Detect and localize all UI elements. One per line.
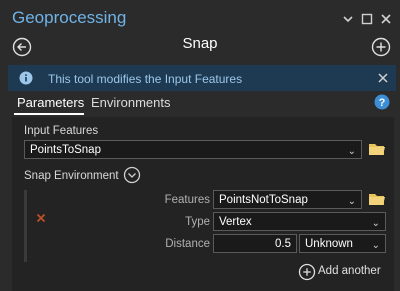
features-value: PointsNotToSnap [219,194,308,206]
type-value: Vertex [219,216,252,228]
help-icon[interactable]: ? [374,94,390,110]
chevron-down-icon: ⌄ [347,196,356,207]
distance-value: 0.5 [275,238,291,250]
snap-environment-label: Snap Environment [24,170,119,182]
add-another-button[interactable]: Add another [318,265,381,277]
dismiss-icon[interactable] [376,71,390,85]
collapse-icon[interactable] [123,166,141,184]
chevron-down-icon: ⌄ [347,146,356,157]
add-another-icon[interactable] [298,263,316,281]
tab-parameters[interactable]: Parameters [17,95,84,110]
unit-value: Unknown [305,238,353,250]
chevron-down-icon: ⌄ [371,240,380,251]
features-label: Features [164,194,210,206]
distance-label: Distance [165,238,210,250]
input-features-label: Input Features [24,125,99,137]
info-message: This tool modifies the Input Features [48,72,243,86]
maximize-icon[interactable] [359,11,375,27]
app-title: Geoprocessing [12,8,127,27]
info-icon [19,71,33,85]
remove-icon[interactable] [36,213,46,223]
folder-icon[interactable] [368,141,386,157]
input-features-select[interactable]: PointsToSnap ⌄ [24,140,362,159]
folder-icon[interactable] [368,191,386,207]
tab-underline [14,113,84,115]
svg-text:?: ? [379,97,386,109]
type-select[interactable]: Vertex ⌄ [213,212,386,231]
environment-row-bar [24,190,27,262]
input-features-value: PointsToSnap [30,144,101,156]
tool-title: Snap [182,35,218,52]
add-icon[interactable] [370,36,392,58]
features-select[interactable]: PointsNotToSnap ⌄ [213,190,362,209]
close-icon[interactable] [378,11,394,27]
type-label: Type [185,216,210,228]
chevron-down-icon: ⌄ [371,218,380,229]
tab-environments[interactable]: Environments [91,95,170,110]
chevron-down-icon[interactable] [340,11,356,27]
distance-input[interactable]: 0.5 [213,234,297,253]
unit-select[interactable]: Unknown ⌄ [299,234,386,253]
